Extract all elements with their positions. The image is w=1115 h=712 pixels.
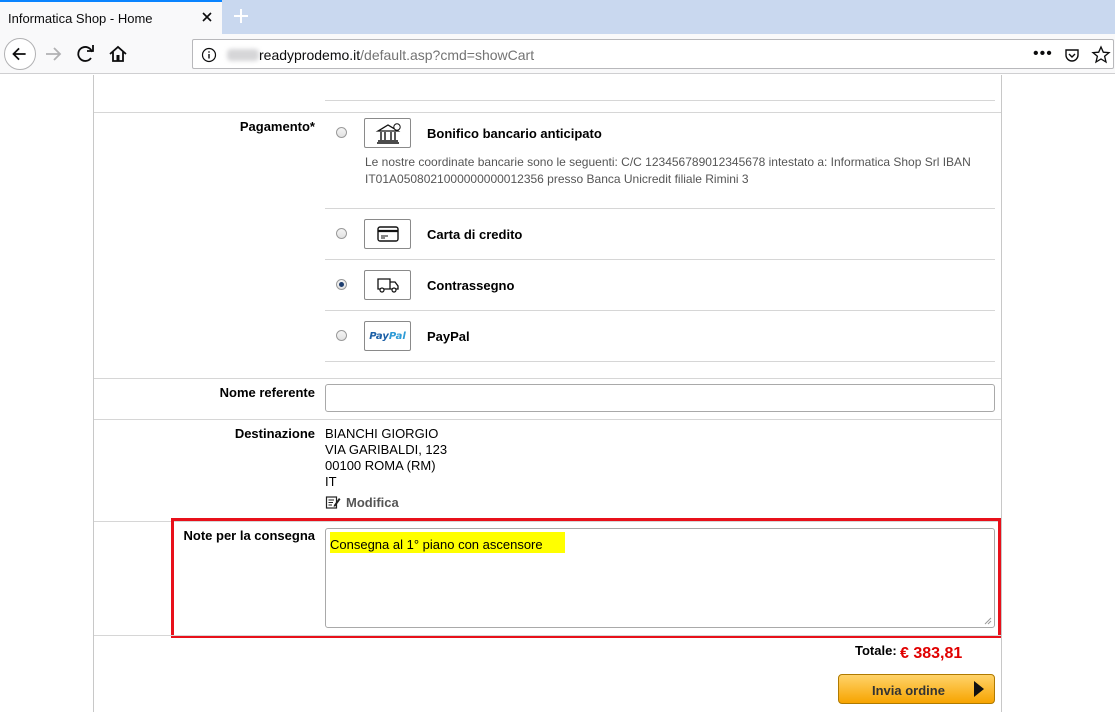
pocket-icon[interactable] xyxy=(1063,46,1081,64)
divider xyxy=(325,310,995,311)
divider xyxy=(325,208,995,209)
payment-radio-bonifico[interactable] xyxy=(336,127,347,138)
divider xyxy=(94,378,1001,379)
url-domain: readyprodemo.it xyxy=(259,47,361,63)
new-tab-icon[interactable] xyxy=(230,5,252,27)
payment-radio-contrassegno[interactable] xyxy=(336,279,347,290)
address-line: 00100 ROMA (RM) xyxy=(325,458,436,473)
paypal-logo: PayPal xyxy=(364,321,411,351)
address-line: VIA GARIBALDI, 123 xyxy=(325,442,448,457)
submit-order-button[interactable]: Invia ordine xyxy=(838,674,995,704)
info-icon[interactable] xyxy=(201,47,217,63)
shipping-address: BIANCHI GIORGIO VIA GARIBALDI, 123 00100… xyxy=(325,426,447,490)
nome-referente-label: Nome referente xyxy=(219,385,315,400)
payment-label: Pagamento* xyxy=(239,119,315,134)
payment-option-name: PayPal xyxy=(427,329,470,344)
modifica-label: Modifica xyxy=(346,495,399,510)
divider xyxy=(325,259,995,260)
bookmark-star-icon[interactable] xyxy=(1091,45,1111,65)
nav-bar: readyprodemo.it/default.asp?cmd=showCart… xyxy=(0,34,1115,74)
payment-radio-carta[interactable] xyxy=(336,228,347,239)
divider xyxy=(325,361,995,362)
reload-icon[interactable] xyxy=(70,38,102,70)
payment-option-name: Contrassegno xyxy=(427,278,515,293)
tab-bar: Informatica Shop - Home xyxy=(0,0,1115,34)
payment-bank-details: Le nostre coordinate bancarie sono le se… xyxy=(365,155,971,186)
edit-icon xyxy=(325,496,341,509)
divider xyxy=(94,112,1001,113)
checkout-page: Pagamento* Bonifico bancario anticipato … xyxy=(0,75,1115,712)
url-bar[interactable]: readyprodemo.it/default.asp?cmd=showCart… xyxy=(192,39,1114,69)
divider xyxy=(325,100,995,101)
close-icon[interactable] xyxy=(198,8,216,26)
total-value: € 383,81 xyxy=(900,645,963,662)
credit-card-icon xyxy=(364,219,411,249)
payment-option-name: Carta di credito xyxy=(427,227,523,242)
home-icon[interactable] xyxy=(102,38,134,70)
redacted-subdomain xyxy=(227,49,259,61)
tab-active[interactable]: Informatica Shop - Home xyxy=(0,0,222,34)
address-line: BIANCHI GIORGIO xyxy=(325,426,439,441)
annotation-highlight-box xyxy=(171,518,1001,638)
payment-radio-paypal[interactable] xyxy=(336,330,347,341)
address-line: IT xyxy=(325,474,337,489)
tab-title: Informatica Shop - Home xyxy=(8,11,153,26)
back-arrow-icon[interactable] xyxy=(4,38,36,70)
payment-option-name: Bonifico bancario anticipato xyxy=(427,126,602,141)
total-label: Totale: xyxy=(855,643,897,658)
bank-icon xyxy=(364,118,411,148)
destinazione-label: Destinazione xyxy=(234,426,315,441)
divider xyxy=(94,419,1001,420)
divider xyxy=(94,635,1001,636)
submit-order-label: Invia ordine xyxy=(872,683,945,698)
forward-arrow-icon[interactable] xyxy=(38,38,70,70)
more-actions-icon[interactable]: ••• xyxy=(1033,45,1055,65)
delivery-truck-icon xyxy=(364,270,411,300)
nome-referente-input[interactable] xyxy=(325,384,995,412)
url-path: /default.asp?cmd=showCart xyxy=(360,47,535,63)
play-arrow-icon xyxy=(974,681,984,697)
url-text: readyprodemo.it/default.asp?cmd=showCart xyxy=(259,47,534,63)
